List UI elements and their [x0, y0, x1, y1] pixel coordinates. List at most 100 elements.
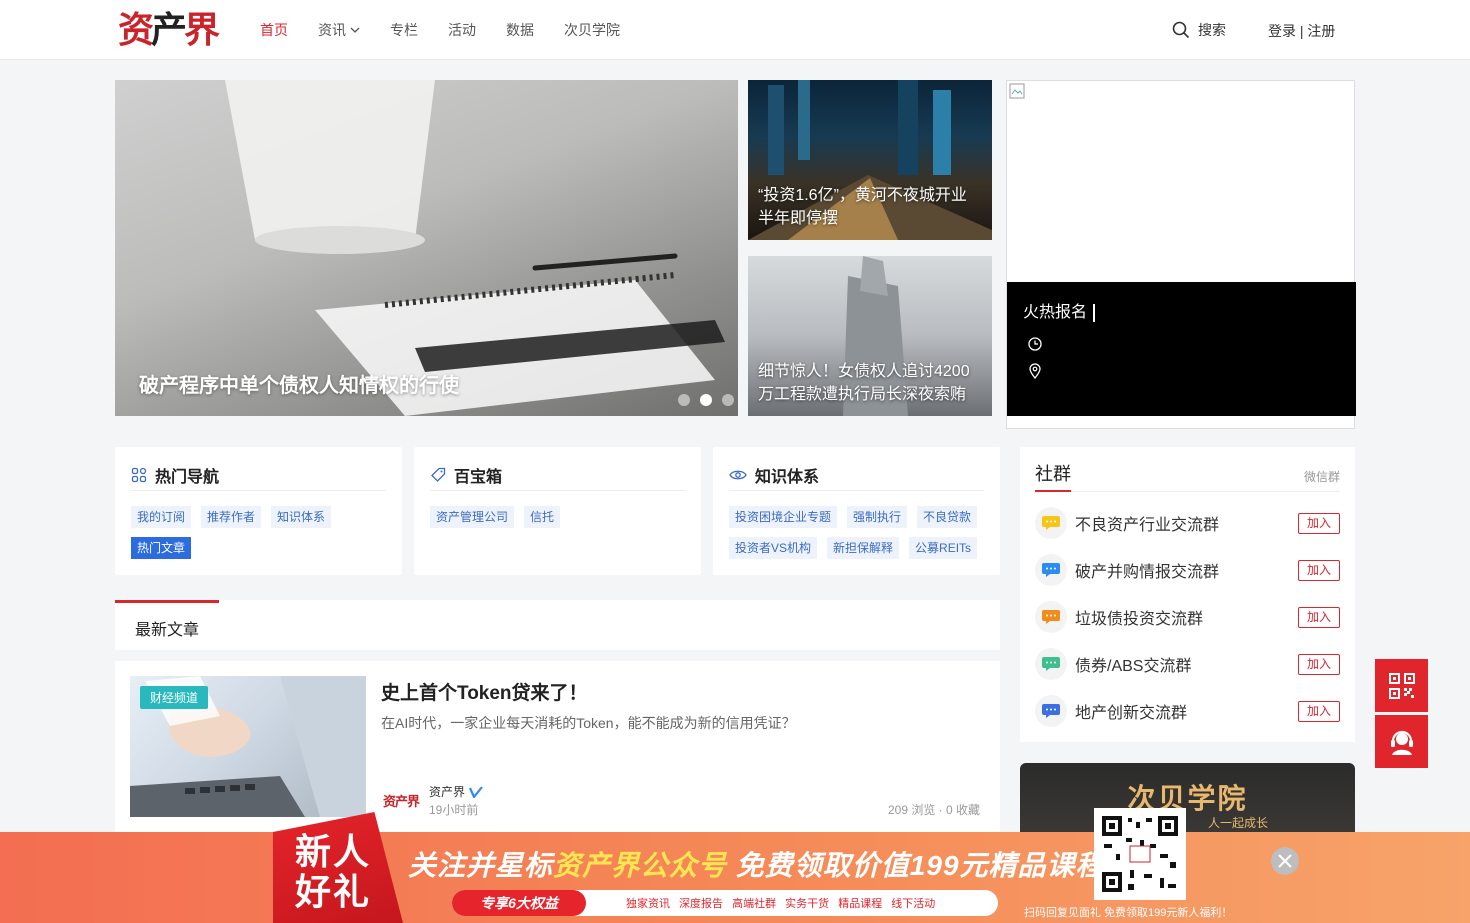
- tag-my-subscriptions[interactable]: 我的订阅: [131, 506, 192, 528]
- hero-carousel[interactable]: 破产程序中单个债权人知情权的行使: [115, 80, 738, 416]
- verified-icon: [469, 785, 483, 798]
- chevron-down-icon: [350, 27, 360, 33]
- nav-data[interactable]: 数据: [506, 20, 534, 40]
- article-description: 在AI时代，一家企业每天消耗的Token，能不能成为新的信用凭证？: [381, 715, 796, 731]
- banner-tip: 扫码回复见面礼 免费领取199元新人福利！: [1024, 907, 1233, 919]
- latest-articles-header: 最新文章: [115, 600, 1000, 650]
- search-label: 搜索: [1198, 22, 1226, 38]
- featured-card-title: “投资1.6亿”，黄河不夜城开业半年即停摆: [758, 187, 967, 227]
- eye-icon: [729, 470, 747, 479]
- tag-amc[interactable]: 资产管理公司: [430, 506, 515, 528]
- group-name: 债券/ABS交流群: [1075, 658, 1192, 675]
- logo-char-1: 资: [118, 10, 154, 50]
- chat-bubble-icon: [1035, 554, 1067, 586]
- chat-bubble-icon: [1035, 695, 1067, 727]
- hero-image: [225, 80, 725, 416]
- module-title: 知识体系: [755, 468, 820, 486]
- tag-reits[interactable]: 公募REITs: [909, 537, 978, 559]
- article-stats: 209 浏览 · 0 收藏: [887, 803, 980, 817]
- group-name: 地产创新交流群: [1075, 705, 1188, 722]
- event-card[interactable]: 火热报名: [1006, 80, 1356, 429]
- tag-guarantee-interpretation[interactable]: 新担保解释: [827, 537, 900, 559]
- qrcode-float-button[interactable]: [1375, 659, 1428, 712]
- nav-news[interactable]: 资讯: [318, 20, 360, 40]
- tag-npl[interactable]: 不良贷款: [917, 506, 978, 528]
- group-item: 债券/ABS交流群 加入: [1035, 646, 1340, 682]
- active-tab-indicator: [115, 600, 219, 603]
- carousel-dot[interactable]: [678, 394, 690, 406]
- carousel-dots: [678, 394, 734, 406]
- tag-distressed-companies[interactable]: 投资困境企业专题: [729, 506, 838, 528]
- newcomer-banner[interactable]: 新人好礼 关注并星标资产界公众号 免费领取价值199元精品课程！ 专享6大权益 …: [0, 808, 1470, 923]
- author-avatar[interactable]: 资产界: [383, 791, 420, 810]
- module-title: 百宝箱: [454, 468, 503, 486]
- broken-image-icon: [1009, 83, 1025, 99]
- top-header: 资产界 首页 资讯 专栏 活动 数据 次贝学院 搜索 登录 | 注册: [0, 0, 1470, 60]
- wechat-qrcode: [1094, 808, 1186, 900]
- gift-label: 新人好礼: [295, 831, 372, 912]
- toolbox-module: 百宝箱 资产管理公司 信托: [414, 447, 701, 575]
- tag-enforcement[interactable]: 强制执行: [847, 506, 908, 528]
- featured-card[interactable]: 细节惊人！女债权人追讨4200万工程款遭执行局长深夜索贿: [748, 256, 992, 416]
- join-button[interactable]: 加入: [1297, 512, 1340, 534]
- group-item: 破产并购情报交流群 加入: [1035, 552, 1340, 588]
- login-register-link[interactable]: 登录 | 注册: [1268, 21, 1335, 41]
- author-name-row[interactable]: 资产界: [429, 783, 483, 800]
- chat-bubble-icon: [1035, 507, 1067, 539]
- grid-icon: [131, 467, 147, 482]
- article-item[interactable]: 财经频道 史上首个Token贷来了！ 在AI时代，一家企业每天消耗的Token，…: [115, 661, 1000, 841]
- nav-academy[interactable]: 次贝学院: [564, 20, 620, 40]
- knowledge-module: 知识体系 投资困境企业专题 强制执行 不良贷款 投资者VS机构 新担保解释 公募…: [713, 447, 1000, 575]
- academy-promo[interactable]: 次贝学院 人一起成长: [1020, 763, 1355, 843]
- group-name: 不良资产行业交流群: [1075, 517, 1220, 534]
- featured-card-title: 细节惊人！女债权人追讨4200万工程款遭执行局长深夜索贿: [758, 363, 970, 403]
- academy-title: 次贝学院: [1127, 783, 1248, 814]
- nav-column[interactable]: 专栏: [390, 20, 418, 40]
- customer-service-float-button[interactable]: [1375, 715, 1428, 768]
- search-button[interactable]: 搜索: [1172, 20, 1226, 40]
- text-cursor: [1093, 303, 1096, 322]
- tag-recommended-authors[interactable]: 推荐作者: [201, 506, 262, 528]
- hot-nav-module: 热门导航 我的订阅 推荐作者 知识体系 热门文章: [115, 447, 402, 575]
- group-item: 垃圾债投资交流群 加入: [1035, 599, 1340, 635]
- hero-title[interactable]: 破产程序中单个债权人知情权的行使: [139, 369, 459, 398]
- event-title: 火热报名: [1023, 304, 1088, 321]
- tag-investor-vs-institution[interactable]: 投资者VS机构: [729, 537, 818, 559]
- article-title[interactable]: 史上首个Token贷来了！: [381, 678, 588, 705]
- group-item: 地产创新交流群 加入: [1035, 693, 1340, 729]
- group-name: 垃圾债投资交流群: [1075, 611, 1204, 628]
- chat-bubble-icon: [1035, 601, 1067, 633]
- customer-service-icon: [1390, 730, 1413, 755]
- logo-char-3: 界: [184, 10, 220, 50]
- join-button[interactable]: 加入: [1297, 653, 1340, 675]
- join-button[interactable]: 加入: [1297, 700, 1340, 722]
- site-logo[interactable]: 资产界: [118, 8, 220, 52]
- tag-icon: [431, 467, 446, 482]
- featured-card[interactable]: “投资1.6亿”，黄河不夜城开业半年即停摆: [748, 80, 992, 240]
- close-banner-button[interactable]: [1271, 847, 1299, 875]
- event-info-panel: 火热报名: [1007, 282, 1356, 416]
- tag-hot-articles[interactable]: 热门文章: [131, 537, 192, 559]
- benefits-list: 独家资讯 深度报告 高端社群 实务干货 精品课程 线下活动: [626, 898, 936, 910]
- module-title: 热门导航: [155, 468, 220, 486]
- channel-badge: 财经频道: [140, 686, 209, 709]
- search-icon: [1172, 21, 1190, 39]
- nav-events[interactable]: 活动: [448, 20, 476, 40]
- author-name: 资产界: [429, 785, 466, 799]
- join-button[interactable]: 加入: [1297, 559, 1340, 581]
- carousel-dot[interactable]: [722, 394, 734, 406]
- latest-articles-title[interactable]: 最新文章: [135, 616, 199, 640]
- tag-trust[interactable]: 信托: [524, 506, 561, 528]
- join-button[interactable]: 加入: [1297, 606, 1340, 628]
- close-icon: [1278, 854, 1292, 868]
- academy-subtitle: 人一起成长: [1208, 816, 1269, 830]
- nav-home[interactable]: 首页: [260, 20, 288, 40]
- main-nav: 首页 资讯 专栏 活动 数据 次贝学院: [260, 0, 650, 60]
- banner-headline: 关注并星标资产界公众号 免费领取价值199元精品课程！: [408, 850, 1134, 881]
- community-panel: 社群 微信群 不良资产行业交流群 加入 破产并购情报交流群 加入 垃圾债投资交流…: [1020, 447, 1355, 742]
- tag-knowledge-system[interactable]: 知识体系: [271, 506, 332, 528]
- carousel-dot-active[interactable]: [700, 394, 712, 406]
- qrcode-icon: [1388, 672, 1415, 699]
- group-item: 不良资产行业交流群 加入: [1035, 505, 1340, 541]
- article-thumbnail[interactable]: 财经频道: [130, 676, 366, 817]
